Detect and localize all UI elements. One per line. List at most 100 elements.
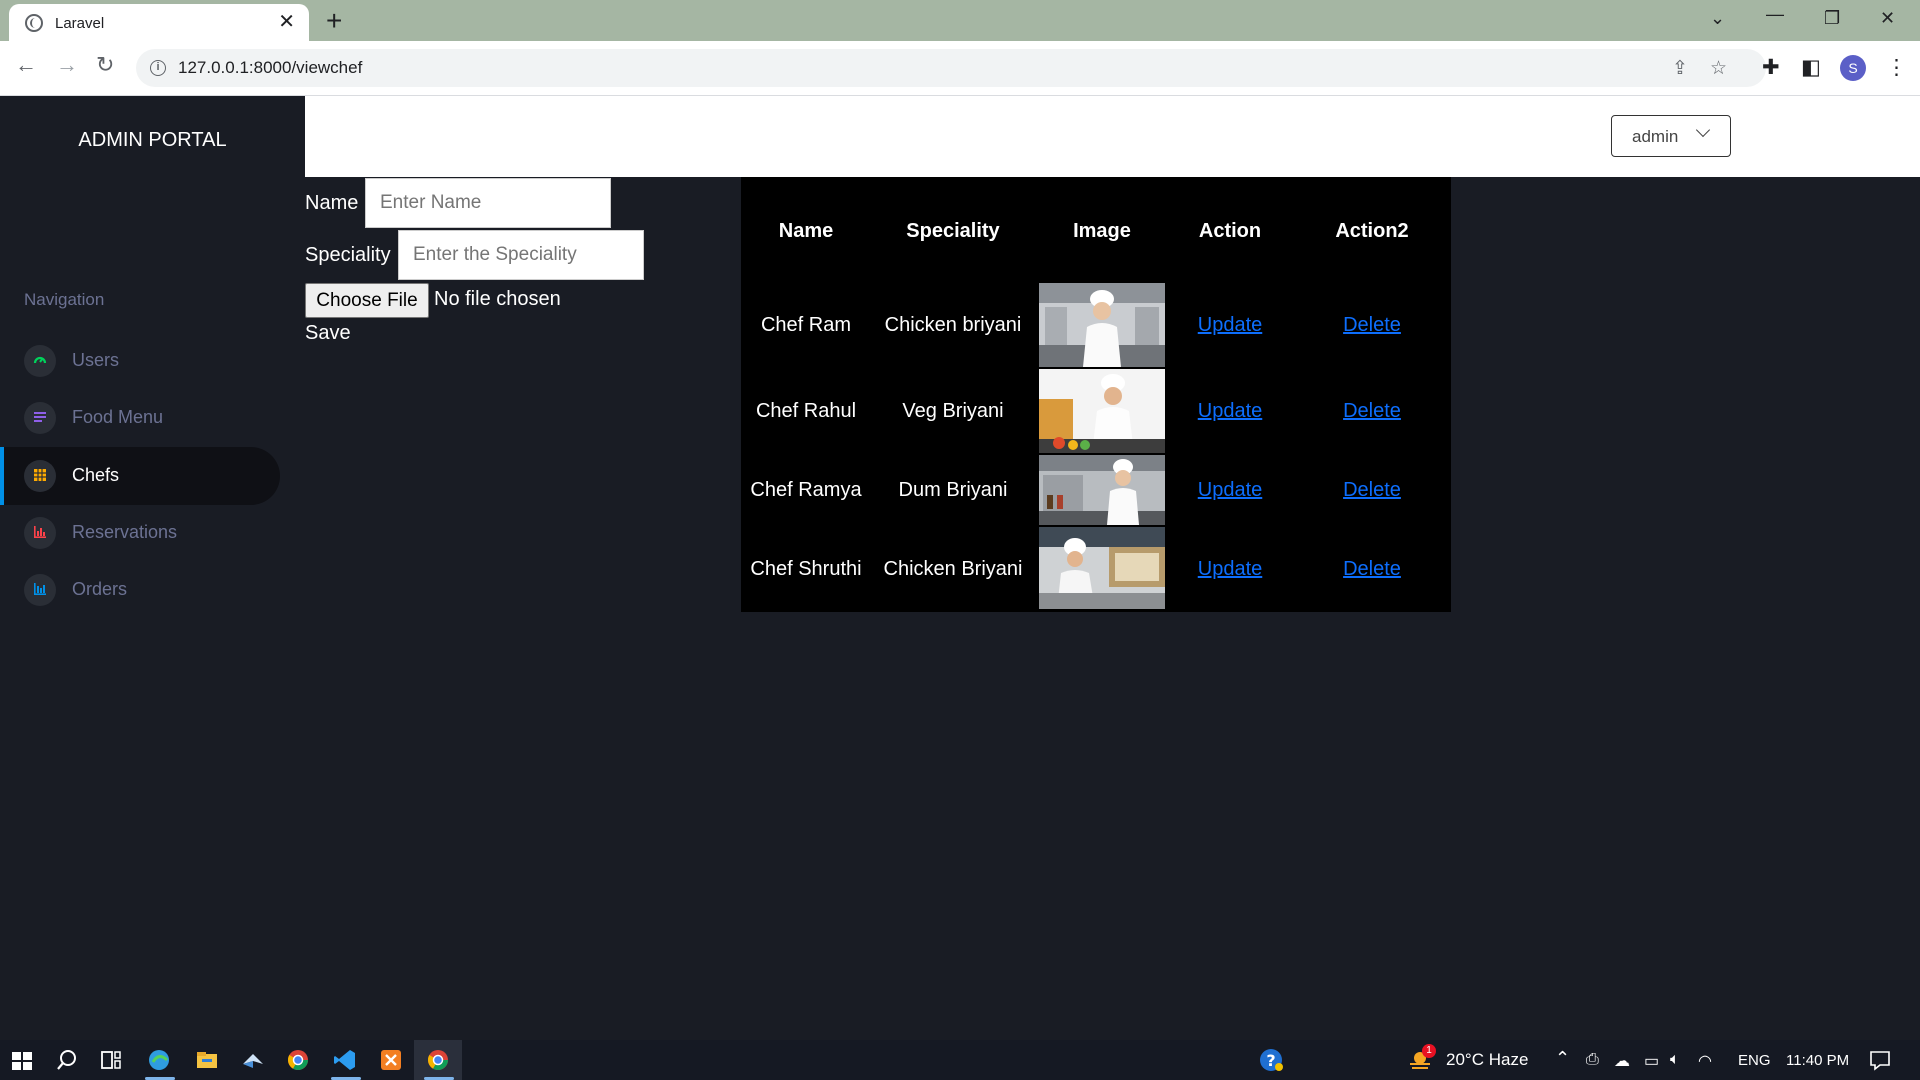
update-link[interactable]: Update: [1165, 314, 1295, 337]
task-view-icon[interactable]: [97, 1046, 125, 1074]
side-panel-icon[interactable]: ◧: [1801, 55, 1821, 80]
header-action2: Action2: [1335, 220, 1409, 242]
cell-chef-name: Chef Shruthi: [750, 558, 862, 580]
chrome-icon[interactable]: [284, 1046, 312, 1074]
chrome-active-icon[interactable]: [424, 1046, 452, 1074]
chevron-down-icon: [1695, 122, 1711, 138]
address-bar[interactable]: i 127.0.0.1:8000/viewchef ⇪ ☆: [136, 49, 1766, 87]
notification-center-icon[interactable]: [1866, 1046, 1894, 1074]
sidebar: ADMIN PORTAL Navigation Users Food Menu: [0, 96, 305, 1040]
tab-search-icon[interactable]: ⌄: [1710, 8, 1725, 29]
chefs-table: Name Speciality Image Action Action2 Che…: [741, 177, 1451, 612]
sidebar-item-label: Orders: [72, 579, 128, 599]
close-tab-icon[interactable]: ✕: [278, 12, 295, 32]
update-link[interactable]: Update: [1165, 400, 1295, 423]
onedrive-cloud-icon[interactable]: ☁: [1614, 1051, 1630, 1071]
chef-photo: [1039, 527, 1165, 609]
reload-icon[interactable]: ↻: [96, 53, 114, 77]
delete-link[interactable]: Delete: [1307, 479, 1437, 502]
speedometer-icon: [33, 356, 47, 364]
weather-badge: 1: [1422, 1044, 1436, 1058]
bar-chart-icon: [34, 526, 46, 538]
name-input[interactable]: Enter Name: [365, 178, 611, 228]
cell-speciality: Dum Briyani: [898, 479, 1008, 501]
sidebar-item-food-menu[interactable]: Food Menu: [0, 389, 280, 447]
sidebar-item-users[interactable]: Users: [0, 332, 280, 390]
wifi-icon[interactable]: ◠: [1698, 1051, 1712, 1071]
new-tab-icon[interactable]: +: [326, 7, 342, 35]
svg-text:?: ?: [1266, 1051, 1275, 1070]
browser-toolbar: ← → ↻ i 127.0.0.1:8000/viewchef ⇪ ☆ ✚ ◧ …: [0, 41, 1920, 96]
windows-start-icon[interactable]: [8, 1046, 36, 1074]
weather-text[interactable]: 20°C Haze: [1446, 1050, 1528, 1070]
language-indicator[interactable]: ENG: [1738, 1052, 1771, 1069]
browser-tab[interactable]: Laravel ✕: [9, 4, 309, 41]
cell-chef-name: Chef Rahul: [755, 400, 857, 422]
delete-link[interactable]: Delete: [1307, 400, 1437, 423]
xampp-icon[interactable]: [377, 1046, 405, 1074]
delete-link[interactable]: Delete: [1307, 558, 1437, 581]
search-icon[interactable]: [53, 1046, 81, 1074]
delete-link[interactable]: Delete: [1307, 314, 1437, 337]
globe-icon: [25, 14, 43, 32]
profile-avatar[interactable]: S: [1840, 55, 1866, 81]
more-menu-icon[interactable]: ⋮: [1886, 55, 1907, 80]
file-status-text: No file chosen: [434, 288, 561, 310]
close-window-icon[interactable]: ✕: [1880, 8, 1895, 29]
help-icon[interactable]: ?: [1257, 1046, 1285, 1074]
url-text[interactable]: 127.0.0.1:8000/viewchef: [178, 58, 362, 78]
clock-time[interactable]: 11:40 PM: [1786, 1052, 1849, 1069]
back-icon[interactable]: ←: [15, 53, 37, 77]
forward-icon[interactable]: →: [56, 53, 78, 77]
meet-now-icon[interactable]: ⎙: [1586, 1051, 1599, 1069]
header-image: Image: [1073, 220, 1131, 242]
cell-speciality: Chicken briyani: [884, 314, 1022, 336]
sidebar-item-orders[interactable]: Orders: [0, 561, 280, 619]
cell-speciality: Veg Briyani: [902, 400, 1004, 422]
browser-tab-strip: Laravel ✕ + ⌄ — ❐ ✕: [0, 0, 1920, 41]
top-navbar: admin: [305, 96, 1920, 177]
restore-icon[interactable]: ❐: [1824, 8, 1840, 29]
cell-chef-name: Chef Ram: [760, 314, 852, 336]
cell-chef-name: Chef Ramya: [750, 479, 862, 501]
minimize-icon[interactable]: —: [1766, 4, 1784, 25]
update-link[interactable]: Update: [1165, 558, 1295, 581]
sidebar-item-reservations[interactable]: Reservations: [0, 504, 280, 562]
nav-heading: Navigation: [24, 290, 105, 309]
speciality-label: Speciality: [305, 244, 391, 266]
user-menu-label: admin: [1632, 127, 1679, 146]
sidebar-item-label: Food Menu: [72, 407, 164, 427]
bookmark-star-icon[interactable]: ☆: [1710, 57, 1727, 80]
file-explorer-icon[interactable]: [193, 1046, 221, 1074]
name-label: Name: [305, 192, 359, 214]
header-action: Action: [1198, 220, 1262, 242]
sidebar-item-label: Users: [72, 350, 120, 370]
chef-photo: [1039, 455, 1165, 525]
chef-photo: [1039, 283, 1165, 367]
column-chart-icon: [34, 583, 46, 595]
user-menu-dropdown[interactable]: admin: [1611, 115, 1731, 157]
cell-speciality: Chicken Briyani: [883, 558, 1023, 580]
choose-file-button[interactable]: Choose File: [305, 283, 429, 318]
brand-title: ADMIN PORTAL: [78, 129, 227, 151]
extensions-icon[interactable]: ✚: [1762, 55, 1780, 80]
site-info-icon[interactable]: i: [150, 60, 166, 76]
header-speciality: Speciality: [906, 220, 1000, 242]
speciality-input[interactable]: Enter the Speciality: [398, 230, 644, 280]
update-link[interactable]: Update: [1165, 479, 1295, 502]
share-icon[interactable]: ⇪: [1672, 57, 1688, 80]
chevron-up-icon[interactable]: ⌃: [1555, 1048, 1570, 1069]
tab-title: Laravel: [55, 15, 105, 32]
battery-icon[interactable]: ▭: [1644, 1051, 1659, 1071]
volume-icon[interactable]: 🔈︎: [1670, 1051, 1680, 1069]
header-name: Name: [778, 220, 834, 242]
vscode-icon[interactable]: [331, 1046, 359, 1074]
chef-photo: [1039, 369, 1165, 453]
save-button[interactable]: Save: [305, 322, 351, 345]
table-grid-icon: [34, 469, 46, 481]
edge-browser-icon[interactable]: [145, 1046, 173, 1074]
windows-taskbar: ? 1 20°C Haze ⌃ ⎙ ☁ ▭ 🔈︎ ◠ ENG 11:40 PM: [0, 1040, 1920, 1080]
sidebar-item-chefs[interactable]: Chefs: [0, 447, 280, 505]
mail-app-icon[interactable]: [239, 1046, 267, 1074]
menu-lines-icon: [34, 412, 46, 422]
